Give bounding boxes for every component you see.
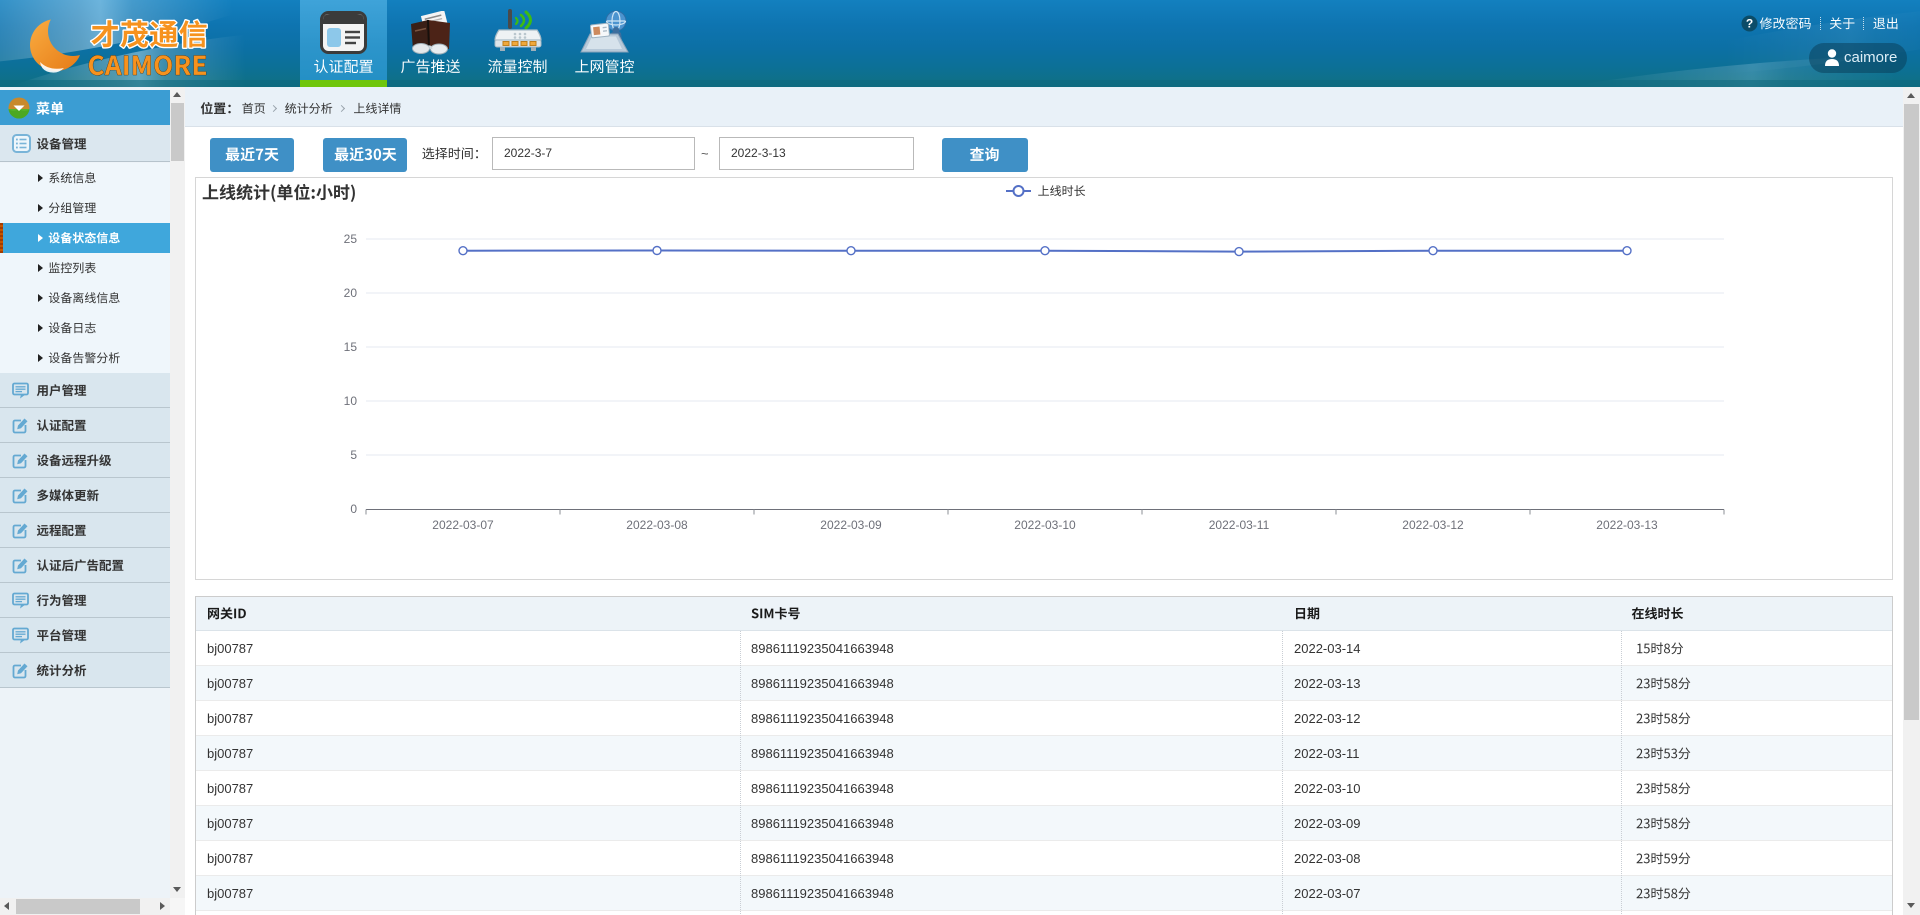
svg-text:15: 15 bbox=[344, 340, 358, 354]
svg-text:20: 20 bbox=[344, 286, 358, 300]
svg-text:2022-03-11: 2022-03-11 bbox=[1209, 518, 1270, 532]
svg-text:2022-03-12: 2022-03-12 bbox=[1402, 518, 1464, 532]
svg-text:2022-03-13: 2022-03-13 bbox=[1596, 518, 1658, 532]
svg-text:25: 25 bbox=[344, 232, 358, 246]
svg-text:2022-03-10: 2022-03-10 bbox=[1014, 518, 1076, 532]
svg-text:10: 10 bbox=[344, 394, 358, 408]
svg-text:?: ? bbox=[1746, 17, 1753, 31]
svg-text:2022-03-08: 2022-03-08 bbox=[626, 518, 688, 532]
svg-text:2022-03-09: 2022-03-09 bbox=[820, 518, 882, 532]
svg-text:0: 0 bbox=[350, 502, 357, 516]
svg-text:5: 5 bbox=[350, 448, 357, 462]
svg-text:2022-03-07: 2022-03-07 bbox=[432, 518, 494, 532]
